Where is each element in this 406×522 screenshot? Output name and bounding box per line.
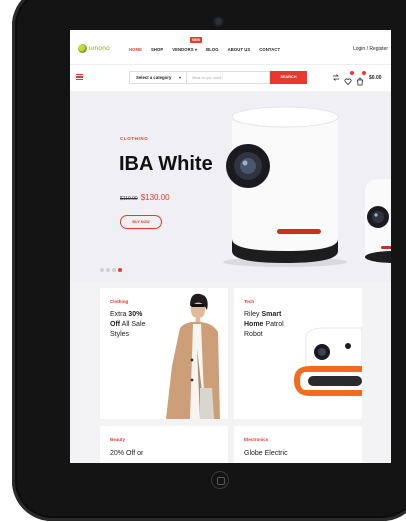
promo-category: Clothing (110, 299, 129, 304)
slider-dots (100, 268, 122, 272)
promo-card-tech[interactable]: Tech Riley Smart Home Patrol Robot (234, 288, 362, 419)
slider-dot[interactable] (100, 268, 104, 272)
promo-card-clothing[interactable]: Clothing Extra 30% Off All Sale Styles (100, 288, 228, 419)
cart-count-dot (362, 71, 366, 75)
menu-item-home[interactable]: HOME (129, 47, 142, 52)
category-select-value: Select a category (136, 75, 172, 80)
promo-card-electronics[interactable]: Electronics Globe Electric (234, 426, 362, 463)
promo-line-1: Globe Electric (244, 450, 288, 457)
hamburger-menu-icon[interactable] (76, 74, 83, 80)
main-menu: HOME SHOP VENDORS ▾ BLOG ABOUT US CONTAC… (129, 47, 280, 52)
menu-item-vendors[interactable]: VENDORS ▾ (172, 47, 197, 52)
tablet-frame: umono HOME SHOP VENDORS ▾ BLOG ABOUT US … (12, 0, 406, 521)
promo-line-2: Home Patrol (244, 321, 284, 328)
hero-old-price: $110.00 (120, 196, 138, 202)
header-icons: $0.00 (332, 71, 382, 86)
search-button[interactable]: SEARCH (270, 71, 307, 84)
cart-icon[interactable] (356, 71, 366, 86)
category-select[interactable]: Select a category ▾ (129, 71, 187, 84)
new-badge: NEW (190, 37, 203, 43)
wishlist-count-dot (350, 71, 354, 75)
compare-icon[interactable] (332, 73, 340, 82)
promo-line-2: Off All Sale (110, 321, 146, 328)
slider-dot[interactable] (112, 268, 116, 272)
login-register-link[interactable]: Login / Register (353, 46, 388, 52)
logo[interactable]: umono (78, 44, 110, 53)
cart-total[interactable]: $0.00 (369, 75, 382, 81)
promo-category: Tech (244, 299, 255, 304)
menu-item-about-us[interactable]: ABOUT US (228, 47, 251, 52)
hero-price: $130.00 (140, 193, 170, 202)
promo-line-3: Robot (244, 331, 263, 338)
menu-item-blog[interactable]: BLOG (206, 47, 219, 52)
promo-category: Beauty (110, 437, 126, 442)
chevron-down-icon: ▾ (178, 75, 181, 80)
promo-card-beauty[interactable]: Beauty 20% Off or (100, 426, 228, 463)
promo-line-1: Riley Smart (244, 311, 282, 318)
hero-price-block: $110.00 $130.00 (120, 193, 170, 202)
slider-dot[interactable] (118, 268, 122, 272)
hero-slider: CLOTHING IBA White $110.00 $130.00 BUY NO… (70, 91, 391, 282)
model-photo-image (166, 293, 220, 419)
screen: umono HOME SHOP VENDORS ▾ BLOG ABOUT US … (70, 30, 391, 463)
buy-now-button[interactable]: BUY NOW (120, 215, 162, 229)
robot-product-image (294, 327, 362, 396)
search-bar-row: Select a category ▾ What do you need? SE… (70, 65, 391, 91)
logo-mark-icon (78, 44, 87, 53)
hero-category: CLOTHING (120, 136, 149, 141)
promo-line-3: Styles (110, 331, 130, 338)
menu-item-shop[interactable]: SHOP (151, 47, 163, 52)
hero-title: IBA White (119, 153, 213, 175)
menu-item-contact[interactable]: CONTACT (259, 47, 280, 52)
search-input[interactable]: What do you need? (187, 71, 270, 84)
top-navigation: umono HOME SHOP VENDORS ▾ BLOG ABOUT US … (70, 30, 391, 65)
speaker-product-image (223, 106, 391, 267)
slider-dot[interactable] (106, 268, 110, 272)
promo-line-1: Extra 30% (110, 311, 143, 318)
camera-icon (215, 18, 222, 25)
home-button[interactable] (211, 471, 229, 489)
promo-category: Electronics (244, 437, 269, 442)
promo-line-1: 20% Off or (110, 450, 144, 457)
logo-text: umono (89, 45, 110, 52)
wishlist-icon[interactable] (344, 71, 354, 86)
